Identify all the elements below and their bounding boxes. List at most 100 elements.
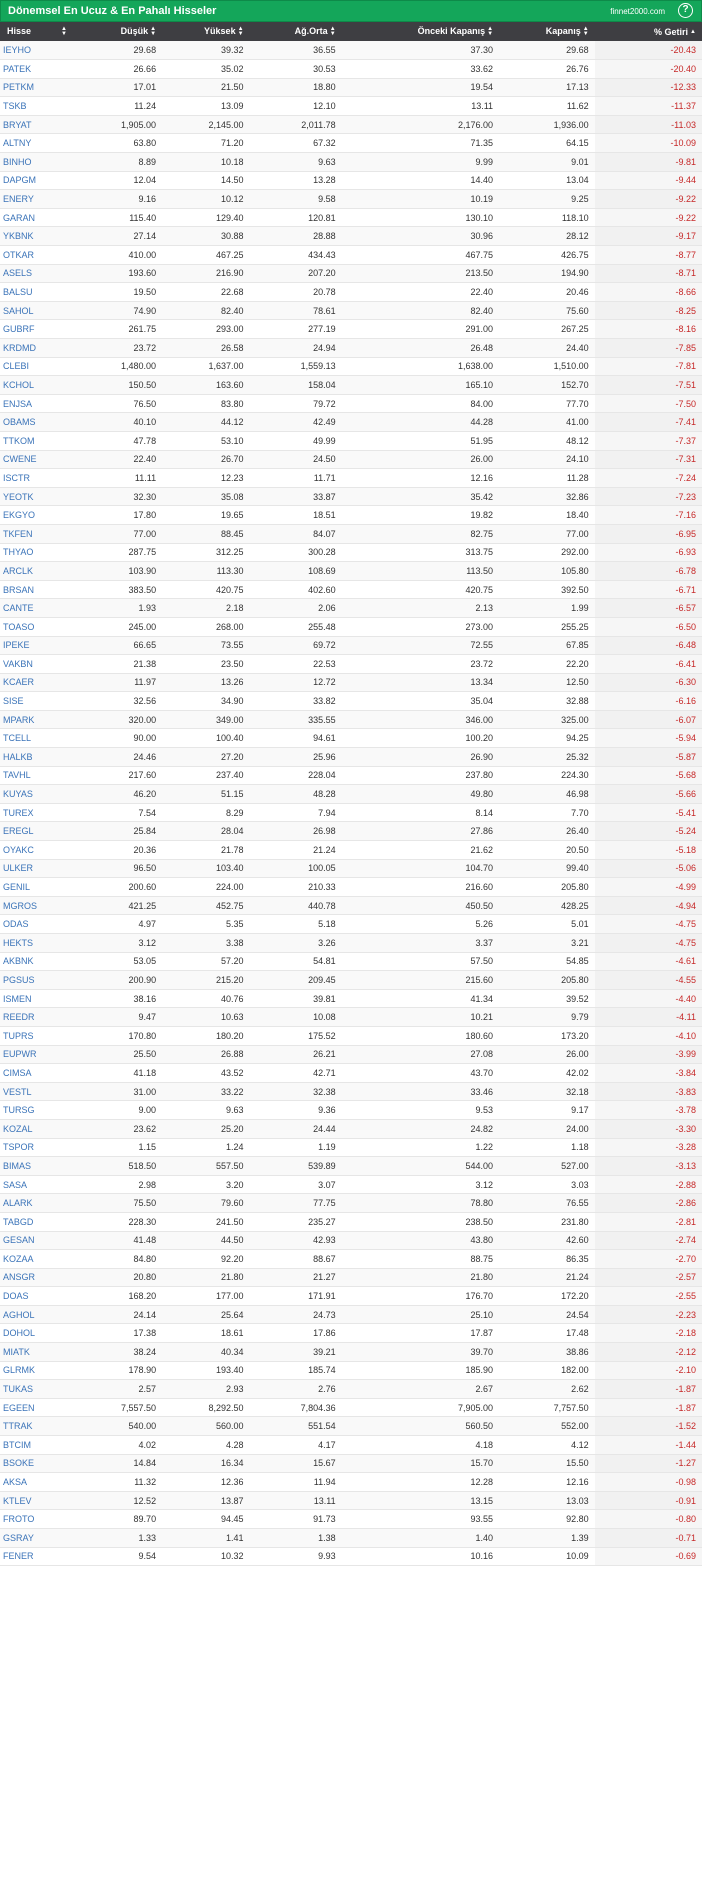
cell-symbol[interactable]: ALARK (0, 1193, 81, 1213)
cell-symbol[interactable]: CIMSA (0, 1063, 81, 1083)
cell-symbol[interactable]: DAPGM (0, 171, 81, 191)
col-header-onceki-kapanis[interactable]: Önceki Kapanış ▲ ▼ (342, 22, 499, 41)
cell-symbol[interactable]: KRDMD (0, 338, 81, 358)
cell-symbol[interactable]: FENER (0, 1547, 81, 1567)
cell-symbol[interactable]: ISCTR (0, 468, 81, 488)
cell-symbol[interactable]: FROTO (0, 1509, 81, 1529)
cell-symbol[interactable]: IPEKE (0, 636, 81, 656)
cell-symbol[interactable]: EUPWR (0, 1045, 81, 1065)
cell-symbol[interactable]: BTCIM (0, 1435, 81, 1455)
table-row: SISE 32.56 34.90 33.82 35.04 32.88 -6.16 (0, 691, 702, 711)
cell-symbol[interactable]: TUREX (0, 803, 81, 823)
cell-symbol[interactable]: KOZAL (0, 1119, 81, 1139)
cell-symbol[interactable]: ALTNY (0, 133, 81, 154)
cell-symbol[interactable]: ANSGR (0, 1268, 81, 1288)
cell-symbol[interactable]: IEYHO (0, 41, 81, 61)
cell-symbol[interactable]: VESTL (0, 1082, 81, 1102)
cell-symbol[interactable]: AKSA (0, 1472, 81, 1492)
cell-symbol[interactable]: KOZAA (0, 1249, 81, 1269)
cell-symbol[interactable]: MIATK (0, 1342, 81, 1362)
cell-symbol[interactable]: TTRAK (0, 1416, 81, 1437)
cell-symbol[interactable]: CANTE (0, 598, 81, 618)
cell-symbol[interactable]: EKGYO (0, 505, 81, 525)
cell-symbol[interactable]: ODAS (0, 914, 81, 934)
cell-symbol[interactable]: BSOKE (0, 1454, 81, 1474)
cell-symbol[interactable]: PETKM (0, 78, 81, 98)
cell-symbol[interactable]: KUYAS (0, 784, 81, 804)
cell-symbol[interactable]: EREGL (0, 821, 81, 842)
col-header-getiri[interactable]: % Getiri ▲ (595, 22, 702, 41)
cell-symbol[interactable]: ENERY (0, 189, 81, 209)
cell-symbol[interactable]: DOAS (0, 1286, 81, 1306)
cell-symbol[interactable]: CLEBI (0, 357, 81, 377)
cell-avg: 5.18 (249, 914, 342, 934)
cell-symbol[interactable]: TSKB (0, 96, 81, 116)
cell-symbol[interactable]: VAKBN (0, 654, 81, 674)
cell-low: 245.00 (80, 617, 163, 637)
cell-symbol[interactable]: EGEEN (0, 1398, 81, 1418)
cell-symbol[interactable]: KCAER (0, 673, 81, 693)
cell-symbol[interactable]: GUBRF (0, 319, 81, 339)
cell-symbol[interactable]: OBAMS (0, 412, 81, 432)
cell-symbol[interactable]: PGSUS (0, 970, 81, 990)
cell-symbol[interactable]: HEKTS (0, 933, 81, 953)
cell-symbol[interactable]: ASELS (0, 264, 81, 284)
col-header-kapanis[interactable]: Kapanış ▲ ▼ (499, 22, 595, 41)
cell-symbol[interactable]: KCHOL (0, 375, 81, 395)
cell-symbol[interactable]: YEOTK (0, 487, 81, 507)
cell-symbol[interactable]: MGROS (0, 896, 81, 916)
cell-avg: 11.71 (249, 468, 342, 488)
cell-symbol[interactable]: TOASO (0, 617, 81, 637)
cell-symbol[interactable]: AKBNK (0, 952, 81, 972)
cell-symbol[interactable]: ENJSA (0, 394, 81, 414)
col-header-dusuk[interactable]: Düşük ▲ ▼ (80, 22, 162, 41)
col-header-yuksek[interactable]: Yüksek ▲ ▼ (162, 22, 249, 41)
cell-symbol[interactable]: TTKOM (0, 431, 81, 451)
cell-symbol[interactable]: KTLEV (0, 1491, 81, 1511)
cell-symbol[interactable]: GLRMK (0, 1361, 81, 1381)
cell-symbol[interactable]: SASA (0, 1175, 81, 1195)
cell-symbol[interactable]: CWENE (0, 450, 81, 470)
cell-symbol[interactable]: HALKB (0, 747, 81, 767)
col-header-hisse[interactable]: Hisse ▲ ▼ (0, 22, 80, 41)
cell-symbol[interactable]: MPARK (0, 710, 81, 730)
cell-symbol[interactable]: TABGD (0, 1212, 81, 1232)
cell-symbol[interactable]: OYAKC (0, 840, 81, 860)
cell-symbol[interactable]: OTKAR (0, 245, 81, 265)
cell-symbol[interactable]: GENIL (0, 877, 81, 897)
cell-symbol[interactable]: PATEK (0, 59, 81, 79)
cell-symbol[interactable]: ISMEN (0, 989, 81, 1009)
cell-return: -7.16 (594, 505, 702, 525)
cell-high: 2.18 (162, 598, 250, 618)
cell-symbol[interactable]: TCELL (0, 728, 81, 749)
cell-symbol[interactable]: TUPRS (0, 1026, 81, 1046)
cell-symbol[interactable]: GESAN (0, 1231, 81, 1251)
cell-symbol[interactable]: THYAO (0, 543, 81, 563)
cell-symbol[interactable]: TSPOR (0, 1138, 81, 1158)
cell-symbol[interactable]: ULKER (0, 859, 81, 879)
cell-symbol[interactable]: BRSAN (0, 580, 81, 600)
cell-symbol[interactable]: BRYAT (0, 115, 81, 135)
cell-symbol[interactable]: GSRAY (0, 1528, 81, 1548)
cell-symbol[interactable]: SAHOL (0, 301, 81, 321)
cell-high: 177.00 (162, 1286, 250, 1306)
col-header-ag-orta[interactable]: Ağ.Orta ▲ ▼ (250, 22, 342, 41)
cell-symbol[interactable]: BINHO (0, 152, 81, 172)
help-icon[interactable]: ? (678, 3, 693, 18)
cell-low: 3.12 (80, 933, 163, 953)
brand-link[interactable]: finnet2000.com (610, 7, 665, 16)
cell-symbol[interactable]: SISE (0, 691, 81, 711)
cell-symbol[interactable]: BIMAS (0, 1156, 81, 1176)
cell-low: 29.68 (80, 41, 163, 61)
cell-symbol[interactable]: TKFEN (0, 524, 81, 544)
cell-symbol[interactable]: GARAN (0, 208, 81, 228)
cell-symbol[interactable]: REEDR (0, 1007, 81, 1027)
cell-symbol[interactable]: YKBNK (0, 226, 81, 247)
cell-symbol[interactable]: TUKAS (0, 1379, 81, 1399)
cell-symbol[interactable]: TURSG (0, 1100, 81, 1120)
cell-symbol[interactable]: AGHOL (0, 1305, 81, 1325)
cell-symbol[interactable]: TAVHL (0, 766, 81, 786)
cell-symbol[interactable]: BALSU (0, 282, 81, 302)
cell-symbol[interactable]: ARCLK (0, 561, 81, 581)
cell-symbol[interactable]: DOHOL (0, 1323, 81, 1344)
